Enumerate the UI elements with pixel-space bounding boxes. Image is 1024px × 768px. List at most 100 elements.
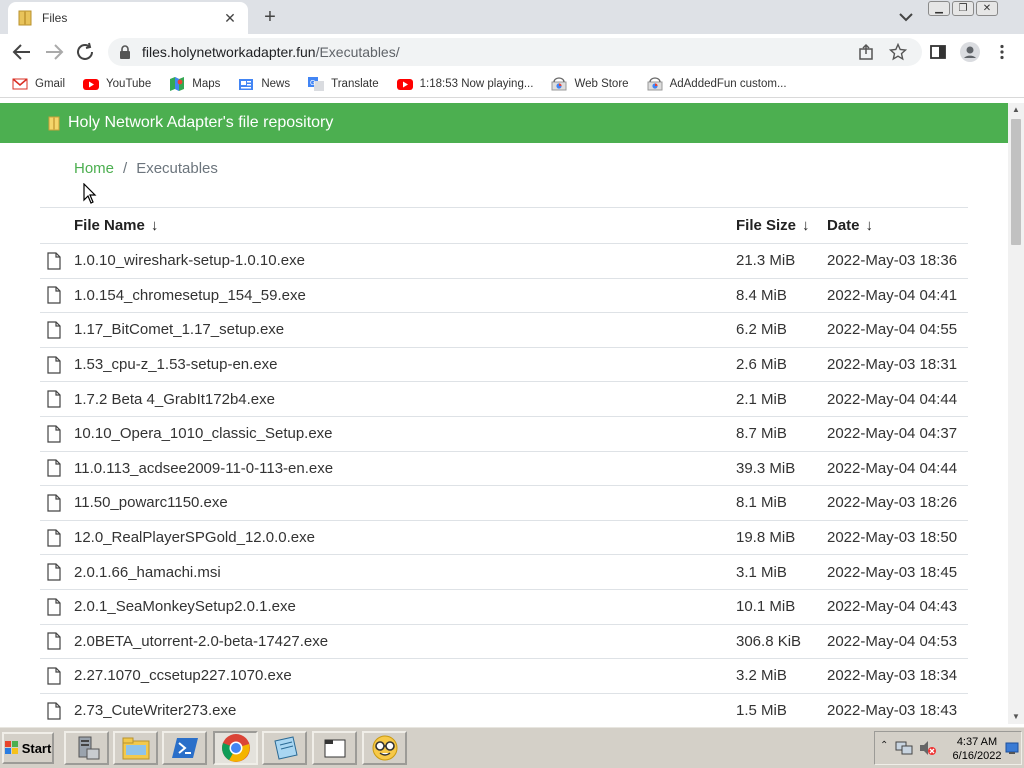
chevron-down-icon[interactable] <box>896 8 916 26</box>
back-arrow-icon[interactable] <box>10 41 34 63</box>
table-row[interactable]: 11.50_powarc1150.exe 8.1 MiB 2022-May-03 1… <box>40 485 968 521</box>
site-title: Holy Network Adapter's file repository <box>68 114 334 131</box>
file-size: 6.2 MiB <box>736 312 827 348</box>
taskbar-notepad[interactable] <box>262 731 307 765</box>
restore-button[interactable]: ❐ <box>952 1 974 16</box>
file-name-link[interactable]: 1.7.2 Beta 4_GrabIt172b4.exe <box>74 381 736 417</box>
profile-avatar-icon[interactable] <box>960 42 980 62</box>
breadcrumb-separator: / <box>123 159 128 177</box>
start-button[interactable]: Start <box>2 732 54 764</box>
file-date: 2022-May-03 18:36 <box>827 243 968 279</box>
scroll-up-arrow-icon[interactable]: ▲ <box>1008 103 1024 117</box>
bookmark-item[interactable]: AdAddedFun custom... <box>647 76 787 91</box>
table-row[interactable]: 2.27.1070_ccsetup227.1070.exe 3.2 MiB 2022… <box>40 658 968 694</box>
file-name-link[interactable]: 11.50_powarc1150.exe <box>74 485 736 521</box>
taskbar-powershell[interactable] <box>162 731 207 765</box>
webstore-icon <box>647 76 663 91</box>
table-row[interactable]: 12.0_RealPlayerSPGold_12.0.0.exe 19.8 MiB… <box>40 520 968 556</box>
bookmark-item[interactable]: Maps <box>169 76 220 91</box>
kebab-menu-icon[interactable] <box>993 43 1011 61</box>
scroll-down-arrow-icon[interactable]: ▼ <box>1008 710 1024 724</box>
share-icon[interactable] <box>857 43 875 61</box>
column-header-file-name[interactable]: File Name ↓ <box>74 207 736 244</box>
bookmark-label: YouTube <box>106 77 152 90</box>
translate-icon: G <box>308 76 325 91</box>
tray-clock[interactable]: 4:37 AM 6/16/2022 <box>949 735 1005 763</box>
file-name-link[interactable]: 2.0.1_SeaMonkeySetup2.0.1.exe <box>74 589 736 625</box>
bookmark-star-icon[interactable] <box>889 43 907 61</box>
table-row[interactable]: 2.0.1.66_hamachi.msi 3.1 MiB 2022-May-03 1… <box>40 554 968 590</box>
bookmark-item[interactable]: 1:18:53 Now playing... <box>396 77 534 91</box>
file-name-link[interactable]: 12.0_RealPlayerSPGold_12.0.0.exe <box>74 520 736 556</box>
bookmark-item[interactable]: News <box>238 77 290 91</box>
file-icon-cell <box>40 658 74 694</box>
explorer-icon <box>122 737 149 760</box>
file-name-link[interactable]: 2.27.1070_ccsetup227.1070.exe <box>74 658 736 694</box>
table-row[interactable]: 1.17_BitComet_1.17_setup.exe 6.2 MiB 2022-… <box>40 312 968 348</box>
table-row[interactable]: 2.0.1_SeaMonkeySetup2.0.1.exe 10.1 MiB 202… <box>40 589 968 625</box>
file-name-link[interactable]: 1.53_cpu-z_1.53-setup-en.exe <box>74 347 736 383</box>
scroll-thumb[interactable] <box>1011 119 1021 245</box>
file-date: 2022-May-04 04:55 <box>827 312 968 348</box>
page-scrollbar[interactable]: ▲ ▼ <box>1008 103 1024 724</box>
close-tab-icon[interactable]: ✕ <box>222 10 238 27</box>
table-row[interactable]: 10.10_Opera_1010_classic_Setup.exe 8.7 Mi… <box>40 416 968 452</box>
url-text[interactable]: files.holynetworkadapter.fun/Executables… <box>142 44 400 60</box>
tray-expand-icon[interactable]: ⌃ <box>880 740 888 751</box>
bookmark-item[interactable]: YouTube <box>83 77 151 91</box>
file-name-link[interactable]: 1.17_BitComet_1.17_setup.exe <box>74 312 736 348</box>
url-host: files.holynetworkadapter.fun <box>142 44 316 60</box>
header-icon-cell <box>40 207 74 244</box>
minimize-button[interactable]: ▁ <box>928 1 950 16</box>
file-size: 8.4 MiB <box>736 278 827 314</box>
file-name-link[interactable]: 11.0.113_acdsee2009-11-0-113-en.exe <box>74 451 736 487</box>
taskbar-folder[interactable] <box>312 731 357 765</box>
webstore-icon <box>551 76 567 91</box>
window-controls: ▁ ❐ ✕ <box>928 1 998 16</box>
file-name-link[interactable]: 2.73_CuteWriter273.exe <box>74 693 736 724</box>
lock-icon[interactable] <box>118 45 132 59</box>
file-name-link[interactable]: 1.0.154_chromesetup_154_59.exe <box>74 278 736 314</box>
bookmark-label: Translate <box>331 77 379 90</box>
bookmark-item[interactable]: G Translate <box>308 76 379 91</box>
column-label-date: Date <box>827 217 860 234</box>
file-icon-cell <box>40 485 74 521</box>
file-name-link[interactable]: 10.10_Opera_1010_classic_Setup.exe <box>74 416 736 452</box>
bookmark-item[interactable]: Gmail <box>12 77 65 91</box>
side-panel-icon[interactable] <box>929 43 947 61</box>
table-row[interactable]: 1.7.2 Beta 4_GrabIt172b4.exe 2.1 MiB 2022-… <box>40 381 968 417</box>
bookmark-item[interactable]: Web Store <box>551 76 629 91</box>
forward-arrow-icon[interactable] <box>42 41 66 63</box>
table-row[interactable]: 1.53_cpu-z_1.53-setup-en.exe 2.6 MiB 2022-… <box>40 347 968 383</box>
show-desktop-icon[interactable] <box>1005 741 1019 755</box>
network-icon[interactable] <box>895 740 913 756</box>
taskbar-chrome[interactable] <box>213 731 258 765</box>
tab-files[interactable]: Files ✕ <box>8 2 248 34</box>
column-header-file-size[interactable]: File Size ↓ <box>736 207 827 244</box>
file-name-link[interactable]: 1.0.10_wireshark-setup-1.0.10.exe <box>74 243 736 279</box>
breadcrumb: Home / Executables <box>40 143 968 193</box>
new-tab-button[interactable]: + <box>258 6 282 28</box>
taskbar-explorer[interactable] <box>113 731 158 765</box>
table-row[interactable]: 11.0.113_acdsee2009-11-0-113-en.exe 39.3 … <box>40 451 968 487</box>
taskbar-server-manager[interactable] <box>64 731 109 765</box>
table-row[interactable]: 2.0BETA_utorrent-2.0-beta-17427.exe 306.8… <box>40 624 968 660</box>
file-date: 2022-May-04 04:44 <box>827 451 968 487</box>
table-row[interactable]: 2.73_CuteWriter273.exe 1.5 MiB 2022-May-03… <box>40 693 968 724</box>
breadcrumb-home-link[interactable]: Home <box>74 160 114 177</box>
file-icon-cell <box>40 381 74 417</box>
reload-icon[interactable] <box>74 41 98 63</box>
file-size: 39.3 MiB <box>736 451 827 487</box>
file-name-link[interactable]: 2.0BETA_utorrent-2.0-beta-17427.exe <box>74 624 736 660</box>
volume-muted-icon[interactable] <box>919 740 937 756</box>
chrome-icon <box>221 734 250 762</box>
taskbar-nerd-app[interactable] <box>362 731 407 765</box>
column-header-date[interactable]: Date ↓ <box>827 207 968 244</box>
close-window-button[interactable]: ✕ <box>976 1 998 16</box>
table-row[interactable]: 1.0.154_chromesetup_154_59.exe 8.4 MiB 202… <box>40 278 968 314</box>
file-name-link[interactable]: 2.0.1.66_hamachi.msi <box>74 554 736 590</box>
file-icon <box>46 494 74 512</box>
table-row[interactable]: 1.0.10_wireshark-setup-1.0.10.exe 21.3 Mi… <box>40 243 968 279</box>
bookmark-label: 1:18:53 Now playing... <box>419 77 534 90</box>
server-manager-icon <box>78 736 99 760</box>
